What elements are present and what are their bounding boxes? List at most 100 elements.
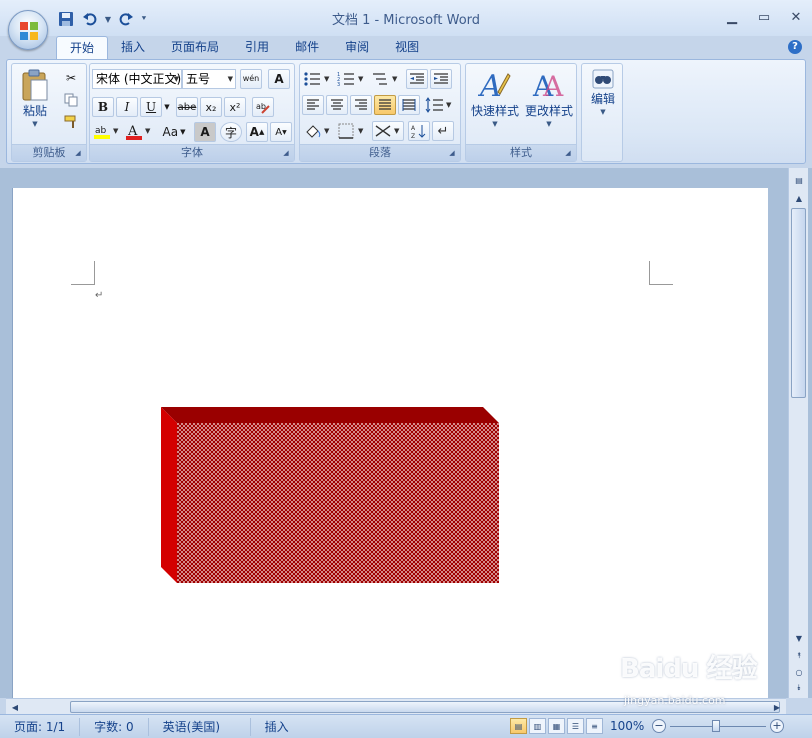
shrink-font-button[interactable]: A ▼: [270, 122, 292, 142]
scroll-left-icon[interactable]: ◀: [8, 699, 22, 715]
multilevel-list-icon[interactable]: ▼: [370, 69, 402, 89]
maximize-button[interactable]: ▭: [754, 8, 774, 26]
cut-icon[interactable]: ✂: [60, 68, 82, 88]
shading-icon[interactable]: ▼: [302, 121, 334, 141]
bold-button[interactable]: B: [92, 97, 114, 117]
grow-font-button[interactable]: A ▲: [246, 122, 268, 142]
font-name-value: 宋体 (中文正文): [96, 72, 182, 86]
strikethrough-button[interactable]: abe: [176, 97, 198, 117]
enclose-chars-button[interactable]: 字: [220, 122, 242, 142]
align-center-icon[interactable]: [326, 95, 348, 115]
svg-text:▼: ▼: [324, 127, 330, 135]
insert-mode[interactable]: 插入: [251, 718, 303, 736]
paragraph-group-label: 段落: [300, 144, 460, 161]
show-marks-icon[interactable]: ↵: [432, 121, 454, 141]
zoom-in-icon[interactable]: +: [770, 719, 784, 733]
clear-formatting-button[interactable]: ab: [252, 97, 274, 117]
draft-view-icon[interactable]: ≡: [586, 718, 603, 734]
svg-text:▼: ▼: [358, 75, 364, 83]
document-page[interactable]: ↵: [12, 188, 768, 708]
superscript-button[interactable]: x²: [224, 97, 246, 117]
paste-button[interactable]: 粘贴 ▼: [18, 68, 52, 128]
ruler-toggle-icon[interactable]: ▤: [791, 172, 807, 188]
tab-home[interactable]: 开始: [56, 36, 109, 60]
sort-icon[interactable]: AZ: [408, 121, 430, 141]
browse-object-icon[interactable]: ○: [791, 664, 807, 680]
minimize-button[interactable]: ▁: [722, 8, 742, 26]
scroll-up-icon[interactable]: ▲: [791, 190, 807, 206]
quick-styles-button[interactable]: A 快速样式 ▼: [469, 66, 521, 128]
3d-box-shape[interactable]: [161, 407, 501, 583]
zoom-out-icon[interactable]: −: [652, 719, 666, 733]
change-case-button[interactable]: Aa ▼: [158, 122, 190, 142]
chinese-layout-icon[interactable]: ▼: [372, 121, 404, 141]
change-styles-button[interactable]: A A 更改样式 ▼: [523, 66, 575, 128]
char-border-button[interactable]: A: [268, 69, 290, 89]
clipboard-launcher-icon[interactable]: ◢: [73, 148, 83, 158]
align-left-icon[interactable]: [302, 95, 324, 115]
tab-mailings[interactable]: 邮件: [282, 36, 332, 60]
word-count[interactable]: 字数: 0: [80, 717, 149, 736]
svg-text:A: A: [478, 69, 502, 102]
scroll-right-icon[interactable]: ▶: [770, 699, 784, 715]
tab-view[interactable]: 视图: [382, 36, 432, 60]
office-button[interactable]: [8, 10, 48, 50]
borders-icon[interactable]: ▼: [336, 121, 368, 141]
underline-dropdown-icon[interactable]: ▼: [162, 97, 172, 117]
font-launcher-icon[interactable]: ◢: [281, 148, 291, 158]
zoom-slider-thumb[interactable]: [712, 720, 720, 732]
change-styles-dropdown-icon: ▼: [546, 120, 552, 128]
styles-launcher-icon[interactable]: ◢: [563, 148, 573, 158]
font-color-button[interactable]: A ▼: [124, 122, 154, 142]
print-layout-view-icon[interactable]: ▤: [510, 718, 527, 734]
styles-group-label: 样式: [466, 144, 576, 161]
italic-button[interactable]: I: [116, 97, 138, 117]
numbering-icon[interactable]: 1 2 3 ▼: [336, 69, 368, 89]
svg-text:Z: Z: [411, 133, 415, 139]
tab-review[interactable]: 审阅: [332, 36, 382, 60]
language-indicator[interactable]: 英语(美国): [149, 717, 251, 736]
increase-indent-icon[interactable]: [430, 69, 452, 89]
align-right-icon[interactable]: [350, 95, 372, 115]
underline-button[interactable]: U: [140, 97, 162, 117]
vertical-scroll-thumb[interactable]: [791, 208, 806, 398]
page-count[interactable]: 页面: 1/1: [0, 717, 81, 736]
decrease-indent-icon[interactable]: [406, 69, 428, 89]
clipboard-group: 粘贴 ▼ ✂ 剪贴板 ◢: [11, 63, 87, 162]
ribbon-tabs: 开始 插入 页面布局 引用 邮件 审阅 视图: [56, 36, 432, 60]
paste-dropdown-icon[interactable]: ▼: [32, 120, 37, 128]
outline-view-icon[interactable]: ☰: [567, 718, 584, 734]
highlight-button[interactable]: ab ▼: [92, 122, 122, 142]
scroll-down-icon[interactable]: ▼: [791, 630, 807, 646]
tab-references[interactable]: 引用: [232, 36, 282, 60]
format-painter-icon[interactable]: [60, 112, 82, 132]
font-size-dropdown[interactable]: 五号 ▼: [182, 69, 236, 89]
distributed-icon[interactable]: [398, 95, 420, 115]
quick-styles-label: 快速样式: [470, 104, 519, 118]
paragraph-launcher-icon[interactable]: ◢: [447, 148, 457, 158]
binoculars-icon: [592, 69, 614, 89]
char-shading-button[interactable]: A: [194, 122, 216, 142]
tab-insert[interactable]: 插入: [108, 36, 158, 60]
line-spacing-icon[interactable]: ▼: [424, 95, 456, 115]
quick-styles-dropdown-icon: ▼: [492, 120, 498, 128]
web-layout-icon[interactable]: ▦: [548, 718, 565, 734]
phonetic-guide-button[interactable]: wén: [240, 69, 262, 89]
font-name-dropdown[interactable]: 宋体 (中文正文) ▼: [92, 69, 182, 89]
next-page-icon[interactable]: ⯯: [791, 680, 807, 696]
editing-button[interactable]: 编辑 ▼: [585, 68, 621, 116]
full-screen-reading-icon[interactable]: ▥: [529, 718, 546, 734]
close-button[interactable]: ✕: [786, 8, 806, 26]
vertical-scrollbar[interactable]: ▤ ▲ ▼ ⯭ ○ ⯯: [788, 168, 808, 698]
justify-icon[interactable]: [374, 95, 396, 115]
title-bar: ▼ ⯆ 文档 1 - Microsoft Word ▁ ▭ ✕: [0, 0, 812, 36]
subscript-button[interactable]: x₂: [200, 97, 222, 117]
zoom-level[interactable]: 100%: [610, 719, 644, 733]
previous-page-icon[interactable]: ⯭: [791, 648, 807, 664]
tab-page-layout[interactable]: 页面布局: [158, 36, 232, 60]
help-icon[interactable]: ?: [788, 40, 802, 54]
bullets-icon[interactable]: ▼: [302, 69, 334, 89]
editing-group: 编辑 ▼: [581, 63, 623, 162]
copy-icon[interactable]: [60, 90, 82, 110]
change-styles-icon: A A: [532, 70, 564, 102]
